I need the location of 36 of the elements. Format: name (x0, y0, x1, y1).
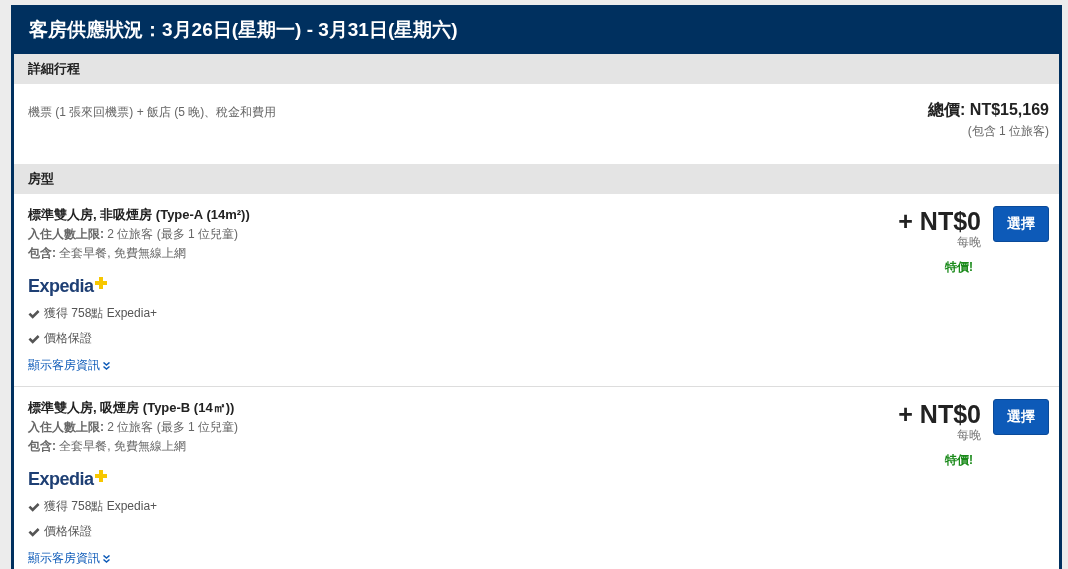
section-title: 詳細行程 (28, 60, 80, 78)
price-unit: 每晚 (957, 427, 981, 444)
checkmark-icon (28, 308, 40, 319)
plus-icon (94, 277, 107, 289)
room-occupancy: 入住人數上限: 2 位旅客 (最多 1 位兒童) (28, 419, 238, 436)
checkmark-icon (28, 501, 40, 512)
deal-label: 特價! (945, 259, 973, 276)
price-unit: 每晚 (957, 234, 981, 251)
select-button[interactable]: 選擇 (993, 399, 1049, 435)
room-name: 標準雙人房, 吸煙房 (Type-B (14㎡)) (28, 399, 235, 417)
traveler-note: (包含 1 位旅客) (967, 123, 1049, 140)
double-chevron-icon (103, 554, 110, 563)
room-occupancy: 入住人數上限: 2 位旅客 (最多 1 位兒童) (28, 226, 238, 243)
perk-text: 價格保證 (44, 523, 92, 540)
section-title: 房型 (28, 170, 54, 188)
checkmark-icon (28, 333, 40, 344)
perk-text: 價格保證 (44, 330, 92, 347)
room-name: 標準雙人房, 非吸煙房 (Type-A (14m²)) (28, 206, 250, 224)
plus-icon (94, 470, 107, 482)
logo-text: Expedia (28, 276, 94, 297)
page-title: 客房供應狀況：3月26日(星期一) - 3月31日(星期六) (29, 17, 458, 42)
select-button[interactable]: 選擇 (993, 206, 1049, 242)
double-chevron-icon (103, 361, 110, 370)
total-price: 總價: NT$15,169 (928, 100, 1049, 120)
room-amenities: 包含: 全套早餐, 免費無線上網 (28, 245, 186, 262)
room-price: + NT$0 (898, 402, 981, 427)
room-price: + NT$0 (898, 209, 981, 234)
itinerary-description: 機票 (1 張來回機票) + 飯店 (5 晚)、稅金和費用 (28, 104, 277, 121)
checkmark-icon (28, 526, 40, 537)
perk-text: 獲得 758點 Expedia+ (44, 305, 158, 322)
deal-label: 特價! (945, 452, 973, 469)
room-details-link[interactable]: 顯示客房資訊 (28, 550, 110, 567)
perk-text: 獲得 758點 Expedia+ (44, 498, 158, 515)
room-details-link[interactable]: 顯示客房資訊 (28, 357, 110, 374)
room-amenities: 包含: 全套早餐, 免費無線上網 (28, 438, 186, 455)
logo-text: Expedia (28, 469, 94, 490)
